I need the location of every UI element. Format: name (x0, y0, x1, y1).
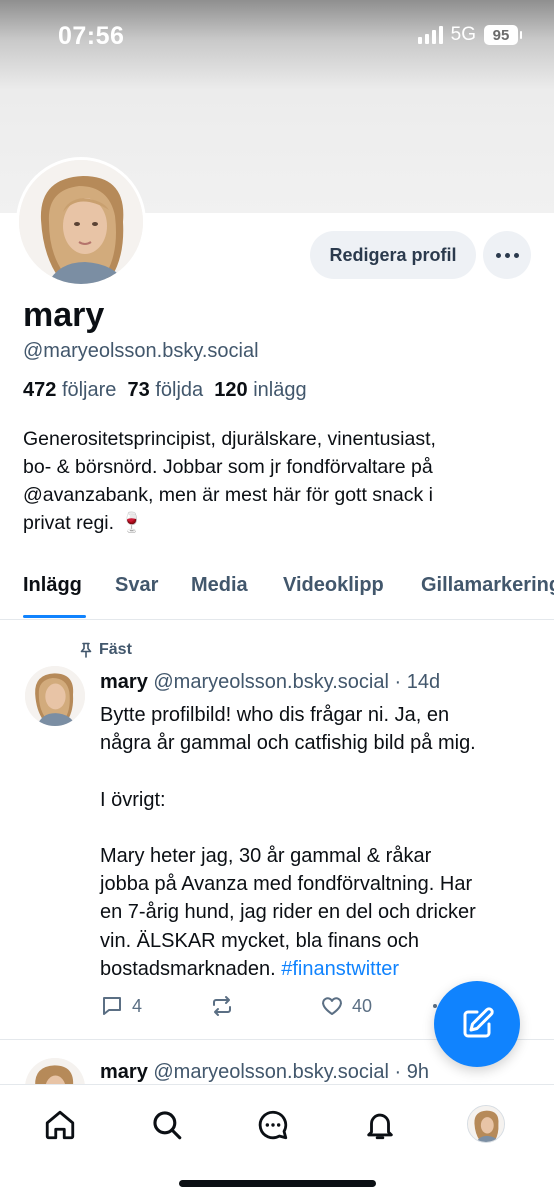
tab-posts[interactable]: Inlägg (23, 574, 82, 597)
followers-stat[interactable]: 472 följare (23, 379, 116, 401)
post-line: Mary heter jag, 30 år gammal & råkar (100, 844, 432, 867)
home-indicator (179, 1180, 376, 1187)
nav-search[interactable] (145, 1103, 189, 1147)
pin-icon (80, 642, 92, 658)
profile-handle: @maryeolsson.bsky.social (23, 340, 259, 362)
status-time: 07:56 (58, 22, 125, 50)
post-line: Bytte profilbild! who dis frågar ni. Ja,… (100, 704, 450, 726)
reply-count: 4 (132, 995, 143, 1016)
repost-icon (213, 996, 231, 1016)
profile-stats: 472 följare 73 följda 120 inlägg (23, 379, 307, 402)
hashtag-link[interactable]: #finanstwitter (281, 958, 399, 980)
post-line: vin. ÄLSKAR mycket, bla finans och (100, 929, 420, 952)
reply-icon (103, 997, 121, 1015)
post-timestamp[interactable]: · 9h (395, 1061, 429, 1083)
post-line: några år gammal och catfishig bild på mi… (100, 732, 476, 755)
status-indicators: 5G 95 (417, 24, 522, 46)
profile-avatar[interactable] (16, 157, 146, 287)
like-icon (322, 997, 342, 1015)
tab-likes[interactable]: Gillamarkeringar (421, 574, 554, 597)
nav-profile-avatar[interactable] (467, 1105, 505, 1143)
compose-icon (463, 1007, 494, 1038)
tab-media[interactable]: Media (191, 574, 248, 597)
post-author-handle[interactable]: @maryeolsson.bsky.social (153, 1061, 389, 1083)
more-dot (495, 252, 501, 258)
following-stat[interactable]: 73 följda (128, 379, 204, 401)
post-timestamp[interactable]: · 14d (395, 671, 441, 693)
reply-button[interactable]: 4 (100, 994, 142, 1018)
active-tab-indicator (23, 615, 86, 618)
chat-icon (258, 1110, 288, 1140)
post-line-last: bostadsmarknaden. #finanstwitter (100, 955, 530, 983)
post-line: en 7-årig hund, jag rider en del och dri… (100, 901, 476, 924)
post-line: I övrigt: (100, 788, 166, 811)
post-header: mary @maryeolsson.bsky.social · 14d (100, 671, 440, 694)
bio-line: Generositetsprincipist, djurälskare, vin… (23, 428, 436, 450)
bio-line: @avanzabank, men är mest här för gott sn… (23, 484, 433, 506)
display-name: mary (23, 296, 105, 334)
profile-tabs: Inlägg Svar Media Videoklipp Gillamarker… (0, 568, 554, 620)
post-author-name[interactable]: mary (100, 1061, 148, 1083)
search-icon (153, 1111, 182, 1140)
post-author-handle[interactable]: @maryeolsson.bsky.social (153, 671, 389, 693)
bio-line: bo- & börsnörd. Jobbar som jr fondförval… (23, 456, 433, 478)
bell-icon (367, 1113, 393, 1140)
pinned-label: Fäst (99, 641, 132, 658)
nav-notifications[interactable] (358, 1103, 402, 1147)
tab-replies[interactable]: Svar (115, 574, 158, 597)
post-author-name[interactable]: mary (100, 671, 148, 693)
post-line: bostadsmarknaden. (100, 957, 276, 980)
signal-icon (417, 26, 443, 44)
more-dot (513, 252, 519, 258)
like-button[interactable]: 40 (320, 994, 372, 1018)
post-line: jobba på Avanza med fondförvaltning. Har (100, 873, 473, 896)
post-line (100, 757, 530, 785)
home-icon (45, 1110, 75, 1140)
compose-button[interactable] (434, 981, 520, 1067)
profile-bio: Generositetsprincipist, djurälskare, vin… (23, 425, 533, 537)
more-dot (504, 252, 510, 258)
post-author-avatar[interactable] (25, 666, 85, 726)
pinned-indicator: Fäst (79, 641, 132, 659)
like-count: 40 (352, 995, 373, 1016)
tab-videos[interactable]: Videoklipp (283, 574, 384, 597)
posts-stat: 120 inlägg (214, 379, 307, 401)
edit-profile-button[interactable]: Redigera profil (310, 231, 476, 279)
post-text[interactable]: Bytte profilbild! who dis frågar ni. Ja,… (100, 701, 530, 983)
nav-chat[interactable] (251, 1103, 295, 1147)
repost-button[interactable] (210, 994, 234, 1018)
network-label: 5G (450, 24, 476, 45)
nav-home[interactable] (38, 1103, 82, 1147)
profile-more-button[interactable] (483, 231, 531, 279)
bio-line: privat regi. 🍷 (23, 512, 144, 534)
post-line (100, 814, 530, 842)
battery-icon: 95 (484, 25, 522, 45)
post-header: mary @maryeolsson.bsky.social · 9h (100, 1061, 429, 1084)
